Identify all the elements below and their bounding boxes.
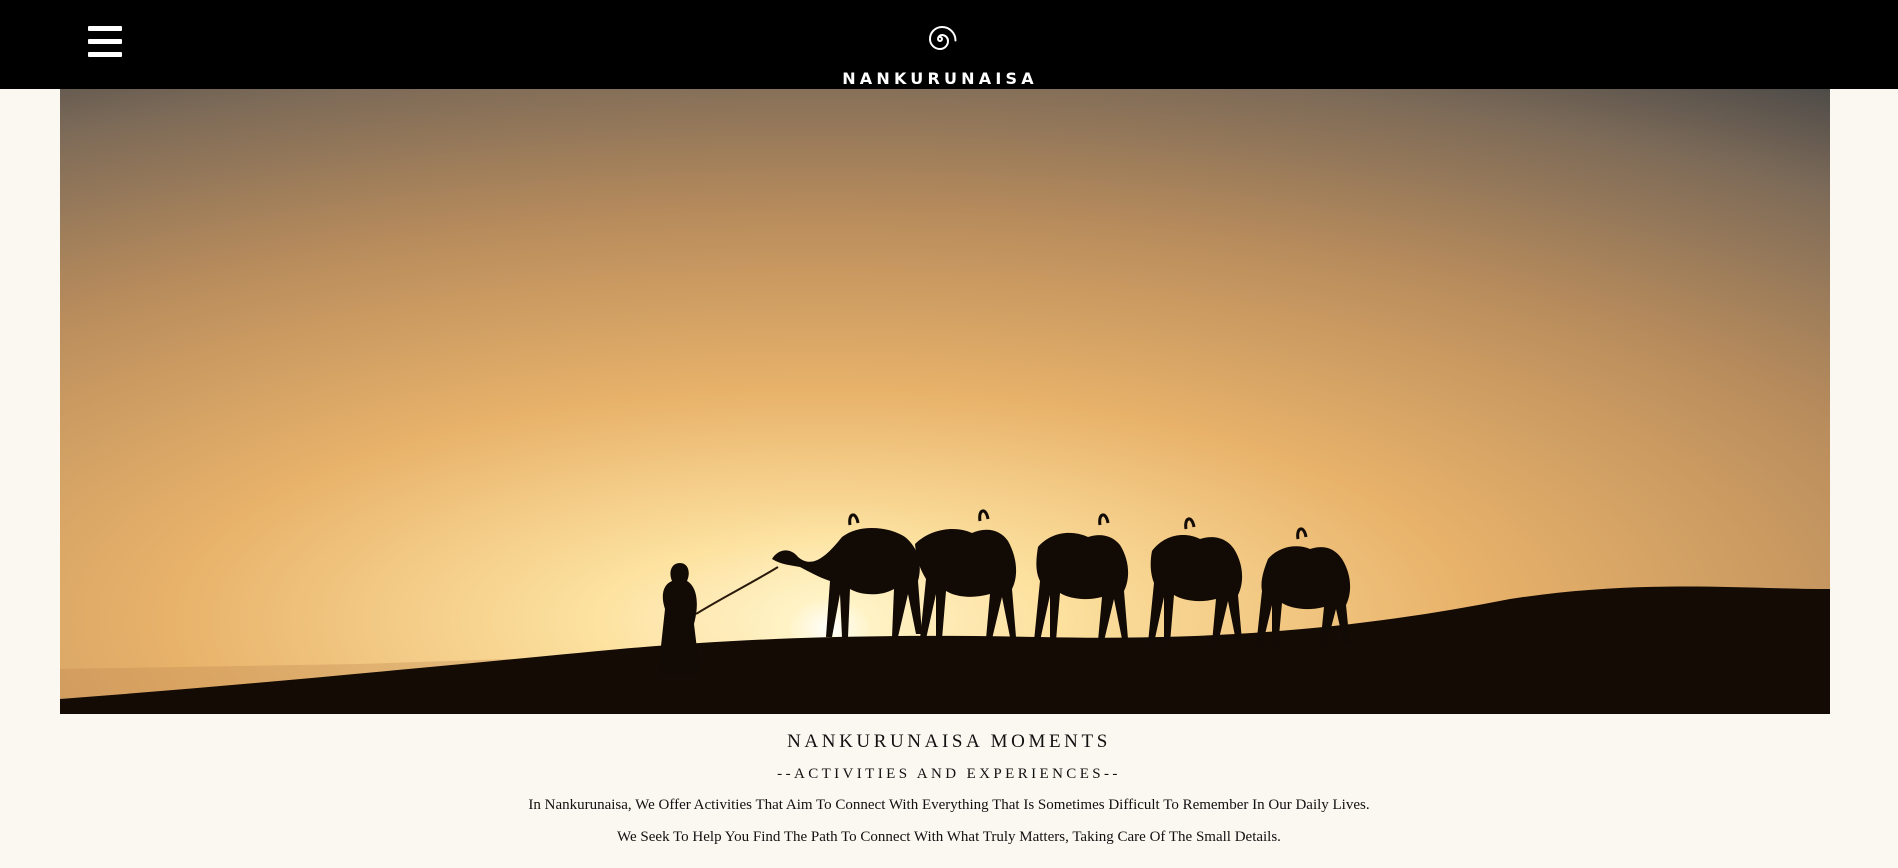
activities-section: NANKURUNAISA MOMENTS --ACTIVITIES AND EX… (0, 730, 1898, 847)
menu-line (88, 39, 122, 44)
brand-name: NANKURUNAISA (842, 69, 1038, 88)
hero-image (60, 89, 1830, 714)
brand-logo-link[interactable]: NANKURUNAISA (820, 22, 1060, 88)
intro-paragraph: We Seek To Help You Find The Path To Con… (617, 829, 1281, 845)
desert-sunset-illustration (60, 89, 1830, 714)
menu-line (88, 26, 122, 31)
menu-line (88, 52, 122, 57)
spiral-logo-icon (928, 25, 957, 51)
top-navigation-bar: NANKURUNAISA (0, 0, 1898, 89)
intro-paragraph: In Nankurunaisa, We Offer Activities Tha… (528, 797, 1370, 813)
hamburger-menu-icon[interactable] (88, 26, 122, 58)
section-subtitle: --ACTIVITIES AND EXPERIENCES-- (777, 766, 1121, 782)
section-title: NANKURUNAISA MOMENTS (787, 731, 1111, 752)
